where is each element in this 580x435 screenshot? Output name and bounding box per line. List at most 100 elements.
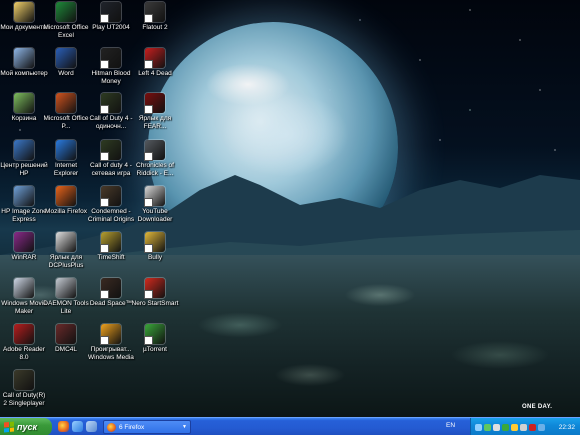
desktop-icon[interactable]: Ярлык для FEAR... — [131, 93, 179, 130]
desktop-icon[interactable]: Condemned - Criminal Origins — [87, 186, 135, 223]
daemon-tools-icon — [56, 278, 76, 298]
desktop-icon-label: Nero StartSmart — [131, 300, 179, 307]
windows-logo-icon — [4, 421, 14, 433]
desktop-icon-label: Word — [58, 70, 74, 77]
desktop-icon-label: Call of Duty(R) 2 Singleplayer — [2, 392, 46, 407]
powerpoint-icon — [56, 93, 76, 113]
tray-arrow-icon[interactable] — [475, 423, 482, 431]
left4dead-icon — [145, 48, 165, 68]
desktop-icon[interactable]: Adobe Reader 8.0 — [0, 324, 48, 361]
desktop-icon-label: Ярлык для FEAR... — [138, 115, 172, 130]
desktop-icon-label: Condemned - Criminal Origins — [87, 208, 135, 223]
desktop-icon[interactable]: Word — [42, 48, 90, 78]
word-icon — [56, 48, 76, 68]
desktop-icon-label: Flatout 2 — [142, 24, 168, 31]
tray-utorrent-icon[interactable] — [502, 423, 509, 431]
desktop-icon[interactable]: Call of duty 4 - сетевая игра — [87, 140, 135, 177]
taskbar-button-label: 6 Firefox — [119, 423, 145, 431]
nero-icon — [145, 278, 165, 298]
desktop-icon[interactable]: µTorrent — [131, 324, 179, 354]
desktop-icon[interactable]: Left 4 Dead — [131, 48, 179, 78]
quicklaunch-show-desktop-icon[interactable] — [86, 421, 97, 432]
desktop-icon[interactable]: DAEMON Tools Lite — [42, 278, 90, 315]
desktop-icon[interactable]: Chronicles of Riddick - E... — [131, 140, 179, 177]
taskbar-button-firefox[interactable]: 6 Firefox ▼ — [103, 420, 191, 434]
utorrent-icon — [145, 324, 165, 344]
desktop-icon[interactable]: Nero StartSmart — [131, 278, 179, 308]
desktop-icon[interactable]: HP Image Zone Express — [0, 186, 48, 223]
tray-shield-icon[interactable] — [493, 423, 500, 431]
tray-display-icon[interactable] — [538, 423, 545, 431]
desktop-icon[interactable]: Call of Duty 4 - одиночн... — [87, 93, 135, 130]
desktop-icon-label: Ярлык для DCPlusPlus — [48, 254, 84, 269]
dead-space-icon — [101, 278, 121, 298]
tray-network-icon[interactable] — [484, 423, 491, 431]
desktop-icon-label: Internet Explorer — [53, 162, 79, 177]
desktop-icon-label: DMC4L — [54, 346, 78, 353]
hp-solution-center-icon — [14, 140, 34, 160]
desktop-icon[interactable]: TimeShift — [87, 232, 135, 262]
movie-maker-icon — [14, 278, 34, 298]
wallpaper-watermark: ONE DAY. — [522, 404, 553, 410]
desktop-icon-label: Call of Duty 4 - одиночн... — [89, 115, 133, 130]
condemned-icon — [101, 186, 121, 206]
start-label: пуск — [17, 422, 38, 432]
desktop-icon[interactable]: Проигрыват... Windows Media — [87, 324, 135, 361]
desktop-icon[interactable]: Play UT2004 — [87, 2, 135, 32]
desktop-icon-label: Проигрыват... Windows Media — [88, 346, 134, 361]
internet-explorer-icon — [56, 140, 76, 160]
desktop-icon-label: Мой компьютер — [0, 70, 48, 77]
desktop-icon[interactable]: Мои документы — [0, 2, 48, 32]
desktop-icon-label: TimeShift — [97, 254, 125, 261]
quicklaunch-internet-explorer-icon[interactable] — [72, 421, 83, 432]
dmc4-icon — [56, 324, 76, 344]
tray-volume-icon[interactable] — [520, 423, 527, 431]
tray-alert-icon[interactable] — [511, 423, 518, 431]
desktop-icon[interactable]: Hitman Blood Money — [87, 48, 135, 85]
desktop-icon[interactable]: Microsoft Office P... — [42, 93, 90, 130]
desktop-icon-label: HP Image Zone Express — [1, 208, 47, 223]
desktop-icon[interactable]: Windows Movie Maker — [0, 278, 48, 315]
flatout2-icon — [145, 2, 165, 22]
desktop-icon-label: WinRAR — [11, 254, 37, 261]
cod4-multiplayer-icon — [101, 140, 121, 160]
desktop-icon[interactable]: Мой компьютер — [0, 48, 48, 78]
desktop-icon-label: Adobe Reader 8.0 — [3, 346, 45, 361]
desktop-icon[interactable]: Ярлык для DCPlusPlus — [42, 232, 90, 269]
desktop-icon[interactable]: Mozilla Firefox — [42, 186, 90, 216]
desktop-icon[interactable]: Центр решений HP — [0, 140, 48, 177]
desktop-icon-label: Microsoft Office Excel — [43, 24, 89, 39]
desktop-icon[interactable]: Call of Duty(R) 2 Singleplayer — [0, 370, 48, 407]
windows-media-player-icon — [101, 324, 121, 344]
desktop-icon-label: Left 4 Dead — [138, 70, 172, 77]
taskbar: пуск 6 Firefox ▼ EN 22:32 — [0, 417, 580, 435]
my-computer-icon — [14, 48, 34, 68]
desktop-icon-label: Mozilla Firefox — [45, 208, 87, 215]
desktop-icon-label: Мои документы — [0, 24, 48, 31]
desktop-icon[interactable]: DMC4L — [42, 324, 90, 354]
quicklaunch-firefox-icon[interactable] — [58, 421, 69, 432]
desktop-icon[interactable]: YouTube Downloader — [131, 186, 179, 223]
desktop-icon[interactable]: Bully — [131, 232, 179, 262]
timeshift-icon — [101, 232, 121, 252]
desktop-icon-label: YouTube Downloader — [137, 208, 173, 223]
firefox-icon — [107, 422, 116, 432]
desktop-icon[interactable]: Flatout 2 — [131, 2, 179, 32]
cod2-singleplayer-icon — [14, 370, 34, 390]
desktop-icon[interactable]: Microsoft Office Excel — [42, 2, 90, 39]
desktop-icon-label: Microsoft Office P... — [43, 115, 89, 130]
desktop-icon-label: DAEMON Tools Lite — [43, 300, 89, 315]
desktop-icon-label: Call of duty 4 - сетевая игра — [90, 162, 132, 177]
desktop-icon[interactable]: Internet Explorer — [42, 140, 90, 177]
start-button[interactable]: пуск — [0, 418, 52, 435]
recycle-bin-icon — [14, 93, 34, 113]
desktop-icon-label: Chronicles of Riddick - E... — [136, 162, 174, 177]
tray-security-icon[interactable] — [529, 423, 536, 431]
desktop-icon[interactable]: WinRAR — [0, 232, 48, 262]
chevron-down-icon: ▼ — [182, 424, 187, 430]
desktop-icon[interactable]: Dead Space™ — [87, 278, 135, 308]
language-indicator[interactable]: EN — [446, 422, 455, 429]
adobe-reader-icon — [14, 324, 34, 344]
clock: 22:32 — [558, 423, 575, 431]
desktop-icon[interactable]: Корзина — [0, 93, 48, 123]
